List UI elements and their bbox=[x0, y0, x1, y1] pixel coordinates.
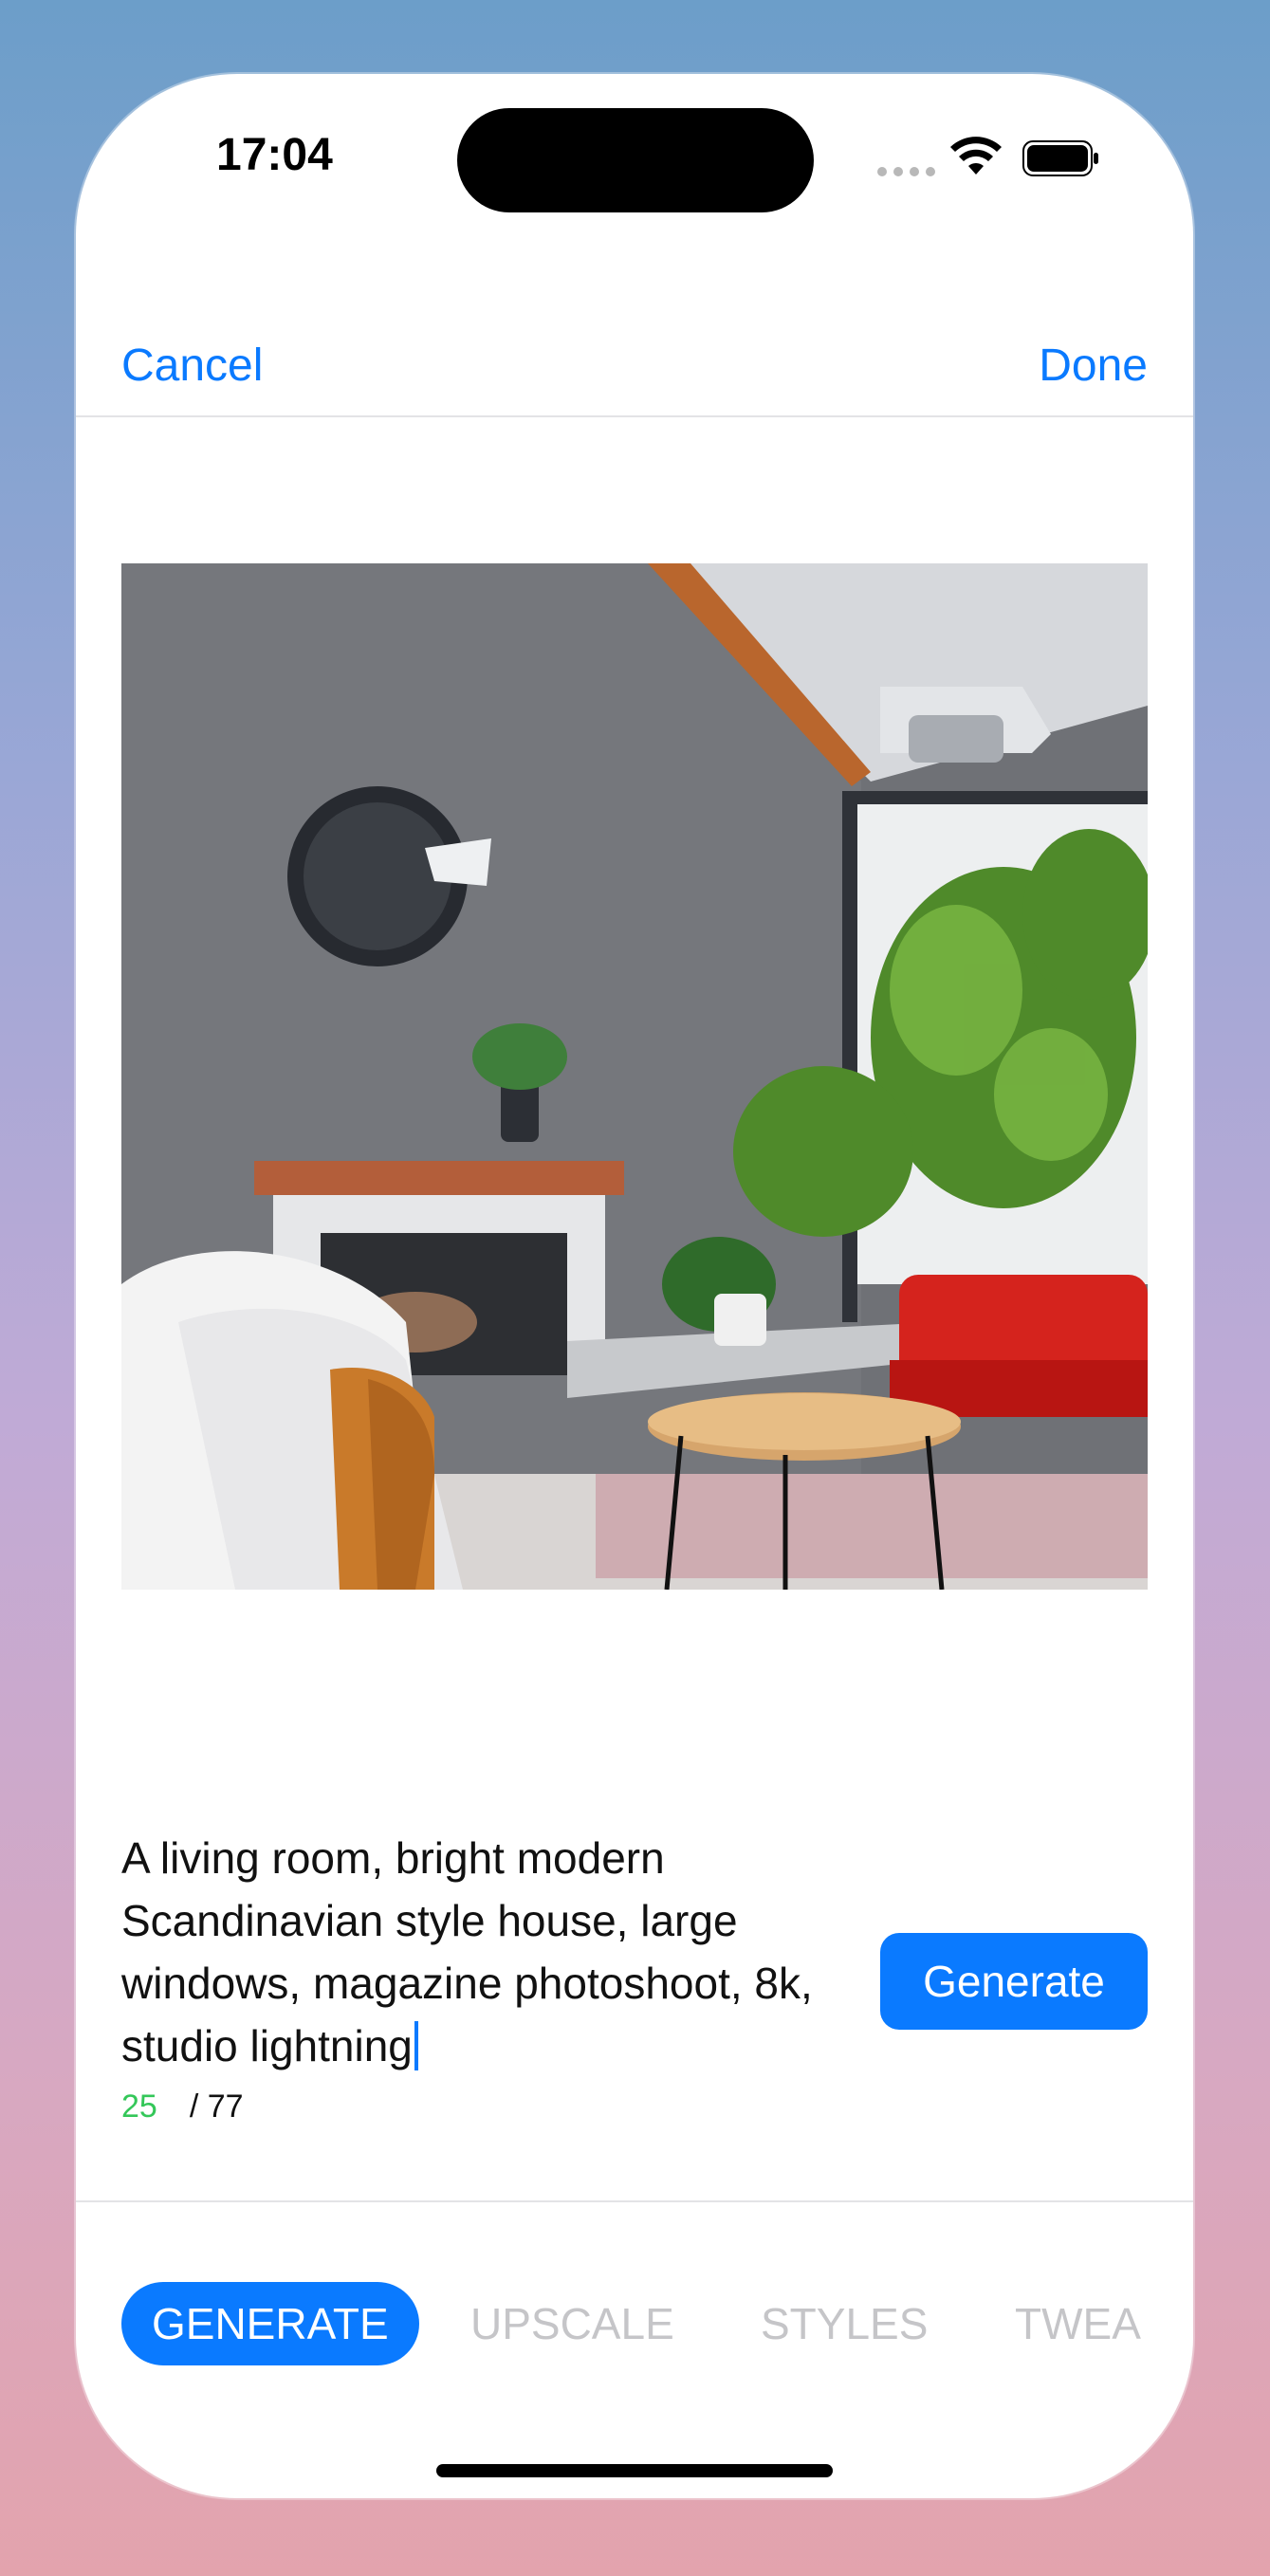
phone-screen: 17:04 Cancel Done A living room, bright … bbox=[76, 74, 1193, 2498]
prompt-input[interactable]: A living room, bright modern Scandinavia… bbox=[121, 1827, 842, 2077]
home-indicator[interactable] bbox=[436, 2464, 833, 2477]
generate-button[interactable]: Generate bbox=[880, 1933, 1148, 2030]
navigation-bar: Cancel Done bbox=[76, 311, 1193, 415]
tab-tweaks[interactable]: TWEA bbox=[1015, 2282, 1141, 2365]
status-time: 17:04 bbox=[216, 130, 333, 180]
nav-divider bbox=[76, 415, 1193, 417]
cancel-button[interactable]: Cancel bbox=[121, 340, 263, 392]
prompt-text: A living room, bright modern Scandinavia… bbox=[121, 1833, 813, 2070]
counter-used: 25 bbox=[121, 2088, 157, 2125]
counter-total: / 77 bbox=[189, 2088, 244, 2125]
done-button[interactable]: Done bbox=[1039, 340, 1148, 392]
tabs-divider bbox=[76, 2200, 1193, 2202]
character-counter: 25 / 77 bbox=[121, 2088, 244, 2125]
battery-icon bbox=[1022, 140, 1098, 176]
generated-image bbox=[121, 563, 1148, 1590]
cellular-signal-icon bbox=[877, 167, 935, 176]
dynamic-island bbox=[457, 108, 814, 212]
tab-upscale[interactable]: UPSCALE bbox=[470, 2282, 674, 2365]
text-caret bbox=[414, 2021, 418, 2070]
mode-tab-bar: GENERATE UPSCALE STYLES TWEA bbox=[76, 2271, 1193, 2383]
wifi-icon bbox=[950, 137, 1002, 175]
tab-styles[interactable]: STYLES bbox=[761, 2282, 928, 2365]
tab-generate[interactable]: GENERATE bbox=[121, 2282, 419, 2365]
